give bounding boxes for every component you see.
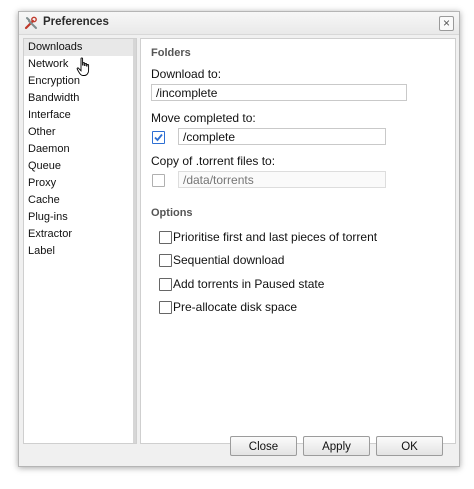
add-paused-label: Add torrents in Paused state bbox=[173, 277, 325, 291]
apply-button[interactable]: Apply bbox=[303, 436, 370, 456]
copy-torrent-label: Copy of .torrent files to: bbox=[151, 154, 276, 168]
sidebar-item-proxy[interactable]: Proxy bbox=[24, 175, 136, 192]
sidebar-item-bandwidth[interactable]: Bandwidth bbox=[24, 90, 136, 107]
prioritise-pieces-label: Prioritise first and last pieces of torr… bbox=[173, 230, 378, 244]
preferences-tools-icon bbox=[24, 16, 38, 30]
folders-heading: Folders bbox=[151, 47, 191, 59]
preferences-dialog: Preferences × Downloads Network Encrypti… bbox=[18, 11, 460, 467]
sidebar-item-interface[interactable]: Interface bbox=[24, 107, 136, 124]
sidebar-item-cache[interactable]: Cache bbox=[24, 192, 136, 209]
move-completed-checkbox[interactable] bbox=[152, 131, 165, 144]
copy-torrent-checkbox[interactable] bbox=[152, 174, 165, 187]
prioritise-pieces-checkbox[interactable] bbox=[159, 231, 172, 244]
preallocate-checkbox[interactable] bbox=[159, 301, 172, 314]
ok-button[interactable]: OK bbox=[376, 436, 443, 456]
move-completed-label: Move completed to: bbox=[151, 111, 256, 125]
preferences-category-list: Downloads Network Encryption Bandwidth I… bbox=[23, 38, 137, 444]
preallocate-label: Pre-allocate disk space bbox=[173, 300, 298, 314]
downloads-settings-panel: Folders Download to: Move completed to: … bbox=[140, 38, 456, 444]
add-paused-checkbox[interactable] bbox=[159, 278, 172, 291]
sidebar-item-label[interactable]: Label bbox=[24, 243, 136, 260]
sidebar-item-queue[interactable]: Queue bbox=[24, 158, 136, 175]
close-button[interactable]: Close bbox=[230, 436, 297, 456]
sidebar-item-daemon[interactable]: Daemon bbox=[24, 141, 136, 158]
title-bar[interactable]: Preferences × bbox=[19, 12, 459, 35]
sidebar-item-downloads[interactable]: Downloads bbox=[24, 39, 136, 56]
sidebar-item-other[interactable]: Other bbox=[24, 124, 136, 141]
sidebar-item-plugins[interactable]: Plug-ins bbox=[24, 209, 136, 226]
hand-pointer-cursor-icon bbox=[76, 57, 92, 77]
sequential-download-label: Sequential download bbox=[173, 253, 285, 267]
options-heading: Options bbox=[151, 207, 193, 219]
sidebar-scrollbar[interactable] bbox=[133, 39, 136, 443]
sequential-download-checkbox[interactable] bbox=[159, 254, 172, 267]
close-icon[interactable]: × bbox=[439, 16, 454, 31]
copy-torrent-field[interactable] bbox=[178, 171, 386, 188]
sidebar-item-extractor[interactable]: Extractor bbox=[24, 226, 136, 243]
move-completed-field[interactable] bbox=[178, 128, 386, 145]
download-to-label: Download to: bbox=[151, 67, 222, 81]
download-to-field[interactable] bbox=[151, 84, 407, 101]
checkmark-icon bbox=[154, 133, 163, 142]
dialog-title: Preferences bbox=[43, 16, 109, 28]
